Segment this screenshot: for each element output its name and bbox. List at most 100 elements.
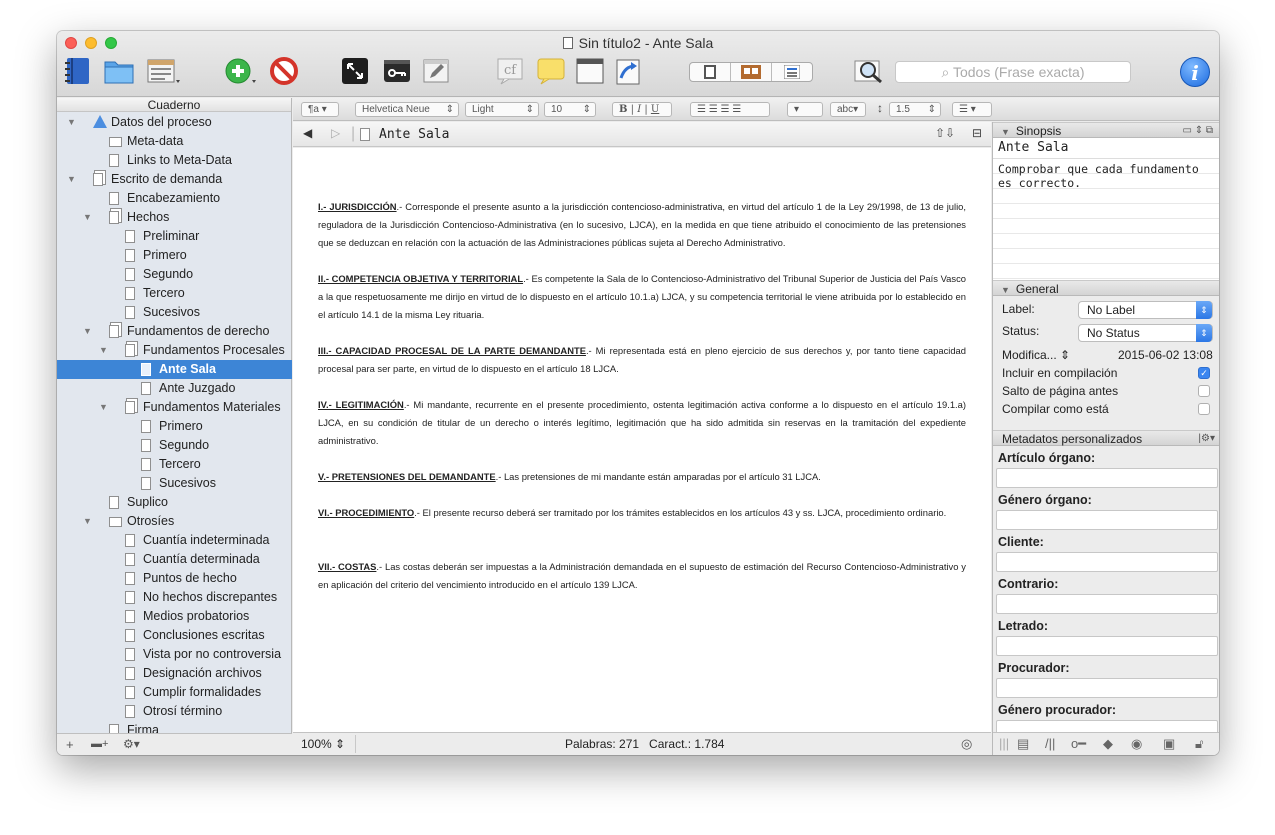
disclosure-triangle-icon[interactable]: ▼ bbox=[99, 398, 109, 417]
status-popup[interactable]: No Status ⇕ bbox=[1078, 324, 1213, 342]
disclosure-triangle-icon[interactable]: ▼ bbox=[67, 170, 77, 189]
edit-button[interactable] bbox=[421, 55, 451, 87]
document-notes-icon[interactable]: ▤ bbox=[1017, 733, 1029, 755]
gear-menu-icon[interactable]: ⚙▾ bbox=[123, 734, 140, 755]
link-button[interactable] bbox=[613, 55, 647, 87]
binder-item[interactable]: Segundo bbox=[57, 436, 292, 455]
metadata-field-input[interactable] bbox=[996, 636, 1218, 656]
binder-item[interactable]: ▼ Fundamentos Procesales bbox=[57, 341, 292, 360]
binder-item[interactable]: Cuantía indeterminada bbox=[57, 531, 292, 550]
binder-item[interactable]: Primero bbox=[57, 246, 292, 265]
binder-item[interactable]: Primero bbox=[57, 417, 292, 436]
font-weight-popup[interactable]: Light ⇕ bbox=[465, 102, 539, 117]
binder-button[interactable] bbox=[63, 55, 93, 87]
forward-icon[interactable]: ▷ bbox=[331, 126, 340, 140]
metadata-field-input[interactable] bbox=[996, 468, 1218, 488]
arrow-up-down-icon[interactable]: ⇧⇩ bbox=[935, 126, 955, 140]
underline-button[interactable]: U bbox=[651, 104, 659, 115]
synopsis-text[interactable]: Comprobar que cada fundamento es correct… bbox=[993, 159, 1219, 280]
binder-item[interactable]: Designación archivos bbox=[57, 664, 292, 683]
line-spacing-popup[interactable]: 1.5 ⇕ bbox=[889, 102, 941, 117]
binder-item[interactable]: ▼ Otrosíes bbox=[57, 512, 292, 531]
binder-item[interactable]: Sucesivos bbox=[57, 303, 292, 322]
comment-footnote-button[interactable]: cf bbox=[494, 55, 528, 87]
label-popup[interactable]: No Label ⇕ bbox=[1078, 301, 1213, 319]
binder-item[interactable]: Encabezamiento bbox=[57, 189, 292, 208]
snapshot-button[interactable] bbox=[574, 55, 608, 87]
binder-item[interactable]: Otrosí término bbox=[57, 702, 292, 721]
binder-item[interactable]: ▼ Hechos bbox=[57, 208, 292, 227]
text-color-popup[interactable]: ▾ bbox=[787, 102, 823, 117]
binder-item[interactable]: Firma bbox=[57, 721, 292, 733]
synopsis-options-icon[interactable]: ▭ ⇕ ⧉ bbox=[1182, 123, 1213, 139]
composition-mode-button[interactable] bbox=[340, 55, 370, 87]
add-button[interactable] bbox=[222, 55, 258, 87]
binder-item[interactable]: Tercero bbox=[57, 455, 292, 474]
view-mode-button[interactable] bbox=[145, 55, 181, 87]
search-input[interactable]: ⌕ Todos (Frase exacta) bbox=[895, 61, 1131, 83]
corkboard-view-icon[interactable] bbox=[731, 63, 772, 81]
binder-item[interactable]: Conclusiones escritas bbox=[57, 626, 292, 645]
disclosure-triangle-icon[interactable]: ▼ bbox=[1001, 285, 1010, 295]
delete-button[interactable] bbox=[269, 55, 299, 87]
binder-item[interactable]: Links to Meta-Data bbox=[57, 151, 292, 170]
disclosure-triangle-icon[interactable]: ▼ bbox=[1001, 127, 1010, 137]
binder-item[interactable]: Puntos de hecho bbox=[57, 569, 292, 588]
editor-doc-title[interactable]: Ante Sala bbox=[379, 127, 449, 142]
collections-button[interactable] bbox=[102, 55, 136, 87]
font-size-popup[interactable]: 10 ⇕ bbox=[544, 102, 596, 117]
font-family-popup[interactable]: Helvetica Neue ⇕ bbox=[355, 102, 459, 117]
binder-item[interactable]: Sucesivos bbox=[57, 474, 292, 493]
binder-item[interactable]: Tercero bbox=[57, 284, 292, 303]
compile-as-is-checkbox[interactable] bbox=[1198, 403, 1210, 415]
disclosure-triangle-icon[interactable]: ▼ bbox=[83, 322, 93, 341]
lock-icon[interactable]: 🔓︎ bbox=[1195, 733, 1203, 755]
metadata-field-input[interactable] bbox=[996, 510, 1218, 530]
add-item-icon[interactable]: + bbox=[66, 734, 74, 755]
note-button[interactable] bbox=[534, 55, 568, 87]
view-mode-segmented-control[interactable] bbox=[689, 62, 813, 82]
key-icon[interactable]: o━ bbox=[1071, 733, 1086, 755]
style-popup[interactable]: ¶a ▾ bbox=[301, 102, 339, 117]
binder-item[interactable]: Ante Sala bbox=[57, 360, 292, 379]
binder-item[interactable]: Segundo bbox=[57, 265, 292, 284]
binder-item[interactable]: ▼ Fundamentos de derecho bbox=[57, 322, 292, 341]
page-break-checkbox[interactable] bbox=[1198, 385, 1210, 397]
metadata-field-input[interactable] bbox=[996, 594, 1218, 614]
binder-item[interactable]: ▼ Datos del proceso bbox=[57, 113, 292, 132]
metadata-field-input[interactable] bbox=[996, 678, 1218, 698]
list-popup[interactable]: ☰ ▾ bbox=[952, 102, 992, 117]
binder-item[interactable]: Cuantía determinada bbox=[57, 550, 292, 569]
disclosure-triangle-icon[interactable]: ▼ bbox=[67, 113, 77, 132]
disclosure-triangle-icon[interactable]: ▼ bbox=[83, 512, 93, 531]
lock-focus-button[interactable] bbox=[382, 55, 412, 87]
bold-button[interactable]: B bbox=[619, 104, 627, 115]
binder-item[interactable]: Ante Juzgado bbox=[57, 379, 292, 398]
binder-item[interactable]: Suplico bbox=[57, 493, 292, 512]
binder-item[interactable]: ▼ Fundamentos Materiales bbox=[57, 398, 292, 417]
add-folder-icon[interactable]: ▬+ bbox=[91, 734, 108, 755]
gear-icon[interactable]: |⚙▾ bbox=[1198, 431, 1215, 447]
metadata-field-input[interactable] bbox=[996, 552, 1218, 572]
quick-reference-button[interactable] bbox=[851, 55, 887, 87]
target-icon[interactable]: ◎ bbox=[961, 733, 972, 755]
inspector-toggle-button[interactable]: i bbox=[1180, 57, 1210, 87]
outliner-view-icon[interactable] bbox=[772, 63, 812, 81]
binder-item[interactable]: ▼ Escrito de demanda bbox=[57, 170, 292, 189]
text-style-buttons[interactable]: B | I | U bbox=[612, 102, 672, 117]
modified-label[interactable]: Modifica... ⇕ bbox=[1002, 348, 1070, 362]
include-compile-checkbox[interactable]: ✓ bbox=[1198, 367, 1210, 379]
tag-icon[interactable]: ◆ bbox=[1103, 733, 1113, 755]
binder-item[interactable]: Preliminar bbox=[57, 227, 292, 246]
references-icon[interactable]: /|| bbox=[1045, 733, 1055, 755]
back-icon[interactable]: ◀ bbox=[303, 126, 312, 140]
editor-text-area[interactable]: I.- JURISDICCIÓN.- Corresponde el presen… bbox=[293, 148, 991, 732]
scrivenings-view-icon[interactable] bbox=[690, 63, 731, 81]
binder-item[interactable]: Medios probatorios bbox=[57, 607, 292, 626]
comments-icon[interactable]: ▣ bbox=[1163, 733, 1175, 755]
binder-item[interactable]: Cumplir formalidades bbox=[57, 683, 292, 702]
disclosure-triangle-icon[interactable]: ▼ bbox=[83, 208, 93, 227]
binder-item[interactable]: No hechos discrepantes bbox=[57, 588, 292, 607]
binder-item[interactable]: Meta-data bbox=[57, 132, 292, 151]
align-justify-icon[interactable]: ☰ ☰ ☰ ☰ bbox=[697, 104, 741, 115]
